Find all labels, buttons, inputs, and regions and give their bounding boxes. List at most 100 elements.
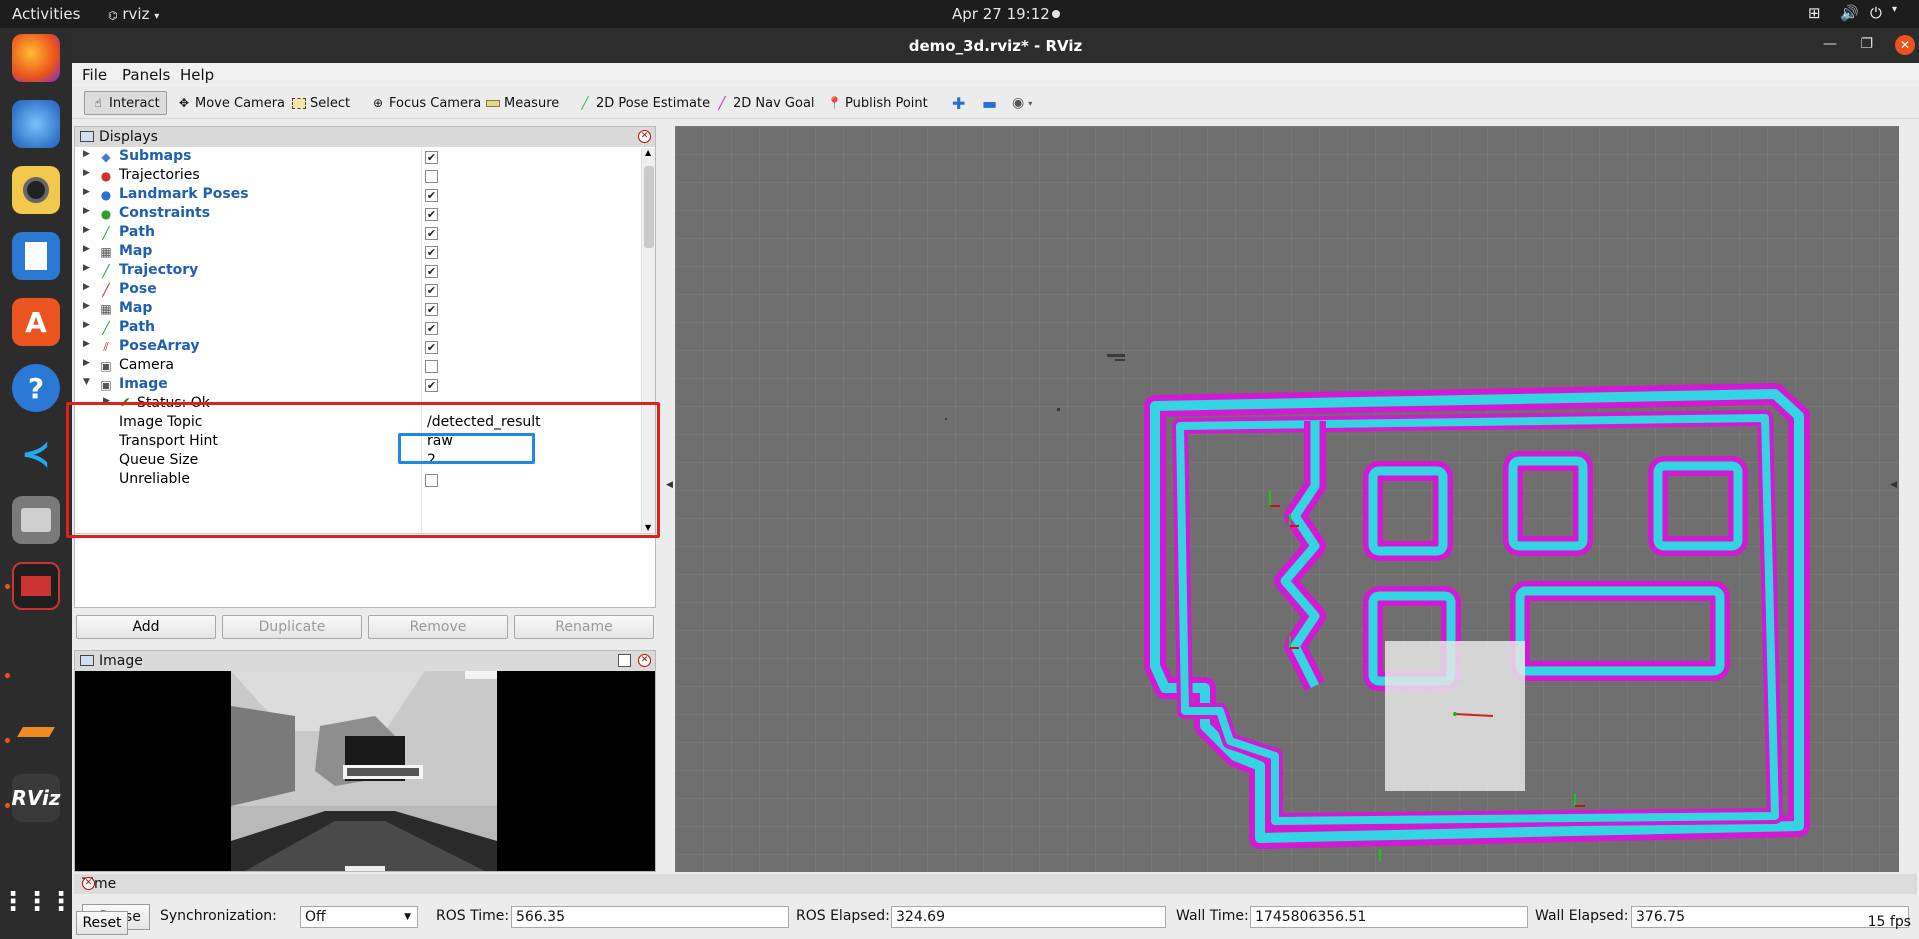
app-menu[interactable]: ⌬ rviz ▾ xyxy=(108,5,159,23)
close-icon[interactable]: ✕ xyxy=(638,654,651,667)
rviz-icon[interactable]: RViz xyxy=(11,774,61,822)
scroll-up-icon[interactable]: ▲ xyxy=(645,148,651,157)
minimize-icon[interactable]: — xyxy=(1823,36,1837,52)
layers-app-icon[interactable] xyxy=(12,708,60,756)
measure-tool[interactable]: Measure xyxy=(480,91,565,115)
expand-arrow-icon[interactable]: ▶ xyxy=(83,339,90,349)
menu-panels[interactable]: Panels xyxy=(122,66,170,84)
close-icon[interactable]: ✕ xyxy=(1895,35,1915,55)
clock[interactable]: Apr 27 19:12 xyxy=(952,5,1050,23)
collapse-side-icon[interactable]: ◀ xyxy=(666,480,673,490)
terminal-icon[interactable] xyxy=(12,562,60,610)
remove-button[interactable]: Remove xyxy=(368,615,508,639)
collapse-side-icon[interactable]: ◀ xyxy=(1890,480,1897,490)
remove-tool-button[interactable]: ▬ xyxy=(976,91,1003,115)
rename-button[interactable]: Rename xyxy=(514,615,654,639)
enabled-checkbox[interactable]: ✔ xyxy=(425,151,438,164)
float-panel-icon[interactable] xyxy=(618,654,631,667)
expand-arrow-icon[interactable]: ▶ xyxy=(83,206,90,216)
thunderbird-icon[interactable] xyxy=(12,100,60,148)
add-tool-button[interactable]: ✚ xyxy=(946,91,971,115)
software-center-icon[interactable]: A xyxy=(12,298,60,346)
files-icon[interactable] xyxy=(12,496,60,544)
power-icon[interactable]: ⏻ xyxy=(1870,4,1882,22)
display-row-pose[interactable]: ▶ ╱ Pose ✔ xyxy=(75,281,641,300)
display-row-landmark-poses[interactable]: ▶ ● Landmark Poses ✔ xyxy=(75,186,641,205)
map-grid-icon: ▦ xyxy=(100,302,112,316)
firefox-icon[interactable] xyxy=(12,34,60,82)
enabled-checkbox[interactable]: ✔ xyxy=(425,208,438,221)
display-row-path[interactable]: ▶ ╱ Path ✔ xyxy=(75,224,641,243)
collapse-arrow-icon[interactable]: ▼ xyxy=(83,377,90,387)
display-row-path-2[interactable]: ▶ ╱ Path ✔ xyxy=(75,319,641,338)
display-row-trajectory[interactable]: ▶ ╱ Trajectory ✔ xyxy=(75,262,641,281)
writer-icon[interactable] xyxy=(12,232,60,280)
enabled-checkbox[interactable] xyxy=(425,360,438,373)
close-icon[interactable]: ✕ xyxy=(82,877,95,890)
activities-button[interactable]: Activities xyxy=(12,5,80,23)
display-row-map-2[interactable]: ▶ ▦ Map ✔ xyxy=(75,300,641,319)
expand-arrow-icon[interactable]: ▶ xyxy=(83,358,90,368)
reset-button[interactable]: Reset xyxy=(76,911,128,935)
sync-dropdown[interactable]: Off ▼ xyxy=(300,906,418,928)
ros-time-field[interactable]: 566.35 xyxy=(511,906,789,928)
expand-arrow-icon[interactable]: ▶ xyxy=(83,225,90,235)
expand-arrow-icon[interactable]: ▶ xyxy=(83,168,90,178)
display-row-trajectories[interactable]: ▶ ● Trajectories xyxy=(75,167,641,186)
rhythmbox-icon[interactable] xyxy=(12,166,60,214)
enabled-checkbox[interactable]: ✔ xyxy=(425,227,438,240)
duplicate-button[interactable]: Duplicate xyxy=(222,615,362,639)
enabled-checkbox[interactable]: ✔ xyxy=(425,189,438,202)
enabled-checkbox[interactable]: ✔ xyxy=(425,379,438,392)
enabled-checkbox[interactable]: ✔ xyxy=(425,303,438,316)
enabled-checkbox[interactable]: ✔ xyxy=(425,322,438,335)
displays-panel: Displays ✕ ▶ ◆ Submaps ✔ ▶ ● Trajectorie… xyxy=(66,126,660,608)
add-button[interactable]: Add xyxy=(76,615,216,639)
map-grid-icon: ▦ xyxy=(100,245,112,259)
network-icon[interactable]: ⊞ xyxy=(1808,4,1821,22)
map-render[interactable] xyxy=(675,126,1899,872)
menu-file[interactable]: File xyxy=(82,66,107,84)
volume-icon[interactable]: 🔊 xyxy=(1840,4,1859,22)
enabled-checkbox[interactable]: ✔ xyxy=(425,265,438,278)
pose-estimate-tool[interactable]: ╱ 2D Pose Estimate xyxy=(572,91,716,115)
expand-arrow-icon[interactable]: ▶ xyxy=(83,187,90,197)
help-icon[interactable]: ? xyxy=(12,364,60,412)
expand-arrow-icon[interactable]: ▶ xyxy=(83,320,90,330)
expand-arrow-icon[interactable]: ▶ xyxy=(83,282,90,292)
enabled-checkbox[interactable]: ✔ xyxy=(425,284,438,297)
focus-icon: ⊕ xyxy=(372,96,384,110)
display-row-camera[interactable]: ▶ ▣ Camera xyxy=(75,357,641,376)
expand-arrow-icon[interactable]: ▶ xyxy=(83,301,90,311)
wall-time-field[interactable]: 1745806356.51 xyxy=(1250,906,1528,928)
maximize-icon[interactable]: ❐ xyxy=(1860,36,1873,52)
display-row-image[interactable]: ▼ ▣ Image ✔ xyxy=(75,376,641,395)
enabled-checkbox[interactable]: ✔ xyxy=(425,246,438,259)
chevron-down-icon[interactable]: ▾ xyxy=(1892,4,1897,15)
3d-viewport[interactable]: ◀ xyxy=(675,126,1899,872)
close-icon[interactable]: ✕ xyxy=(638,130,651,143)
vscode-icon[interactable]: ≺ xyxy=(12,430,60,478)
show-apps-icon[interactable]: ⋮⋮⋮ xyxy=(0,878,74,926)
enabled-checkbox[interactable] xyxy=(425,170,438,183)
publish-point-tool[interactable]: 📍 Publish Point xyxy=(821,91,934,115)
focus-camera-tool[interactable]: ⊕ Focus Camera xyxy=(365,91,487,115)
markers-icon: ● xyxy=(100,207,112,221)
view-options-button[interactable]: ◉ ▾ xyxy=(1006,91,1038,115)
expand-arrow-icon[interactable]: ▶ xyxy=(83,149,90,159)
display-row-posearray[interactable]: ▶ ⫽ PoseArray ✔ xyxy=(75,338,641,357)
expand-arrow-icon[interactable]: ▶ xyxy=(83,244,90,254)
enabled-checkbox[interactable]: ✔ xyxy=(425,341,438,354)
select-tool[interactable]: Select xyxy=(286,91,356,115)
ros-elapsed-field[interactable]: 324.69 xyxy=(891,906,1166,928)
image-icon xyxy=(80,655,94,666)
menu-help[interactable]: Help xyxy=(180,66,214,84)
scrollbar-thumb[interactable] xyxy=(644,166,654,248)
interact-tool[interactable]: ☝ Interact xyxy=(84,91,167,115)
move-camera-tool[interactable]: ✥ Move Camera xyxy=(171,91,291,115)
display-row-submaps[interactable]: ▶ ◆ Submaps ✔ xyxy=(75,148,641,167)
expand-arrow-icon[interactable]: ▶ xyxy=(83,263,90,273)
nav-goal-tool[interactable]: ╱ 2D Nav Goal xyxy=(709,91,821,115)
display-row-map[interactable]: ▶ ▦ Map ✔ xyxy=(75,243,641,262)
display-row-constraints[interactable]: ▶ ● Constraints ✔ xyxy=(75,205,641,224)
